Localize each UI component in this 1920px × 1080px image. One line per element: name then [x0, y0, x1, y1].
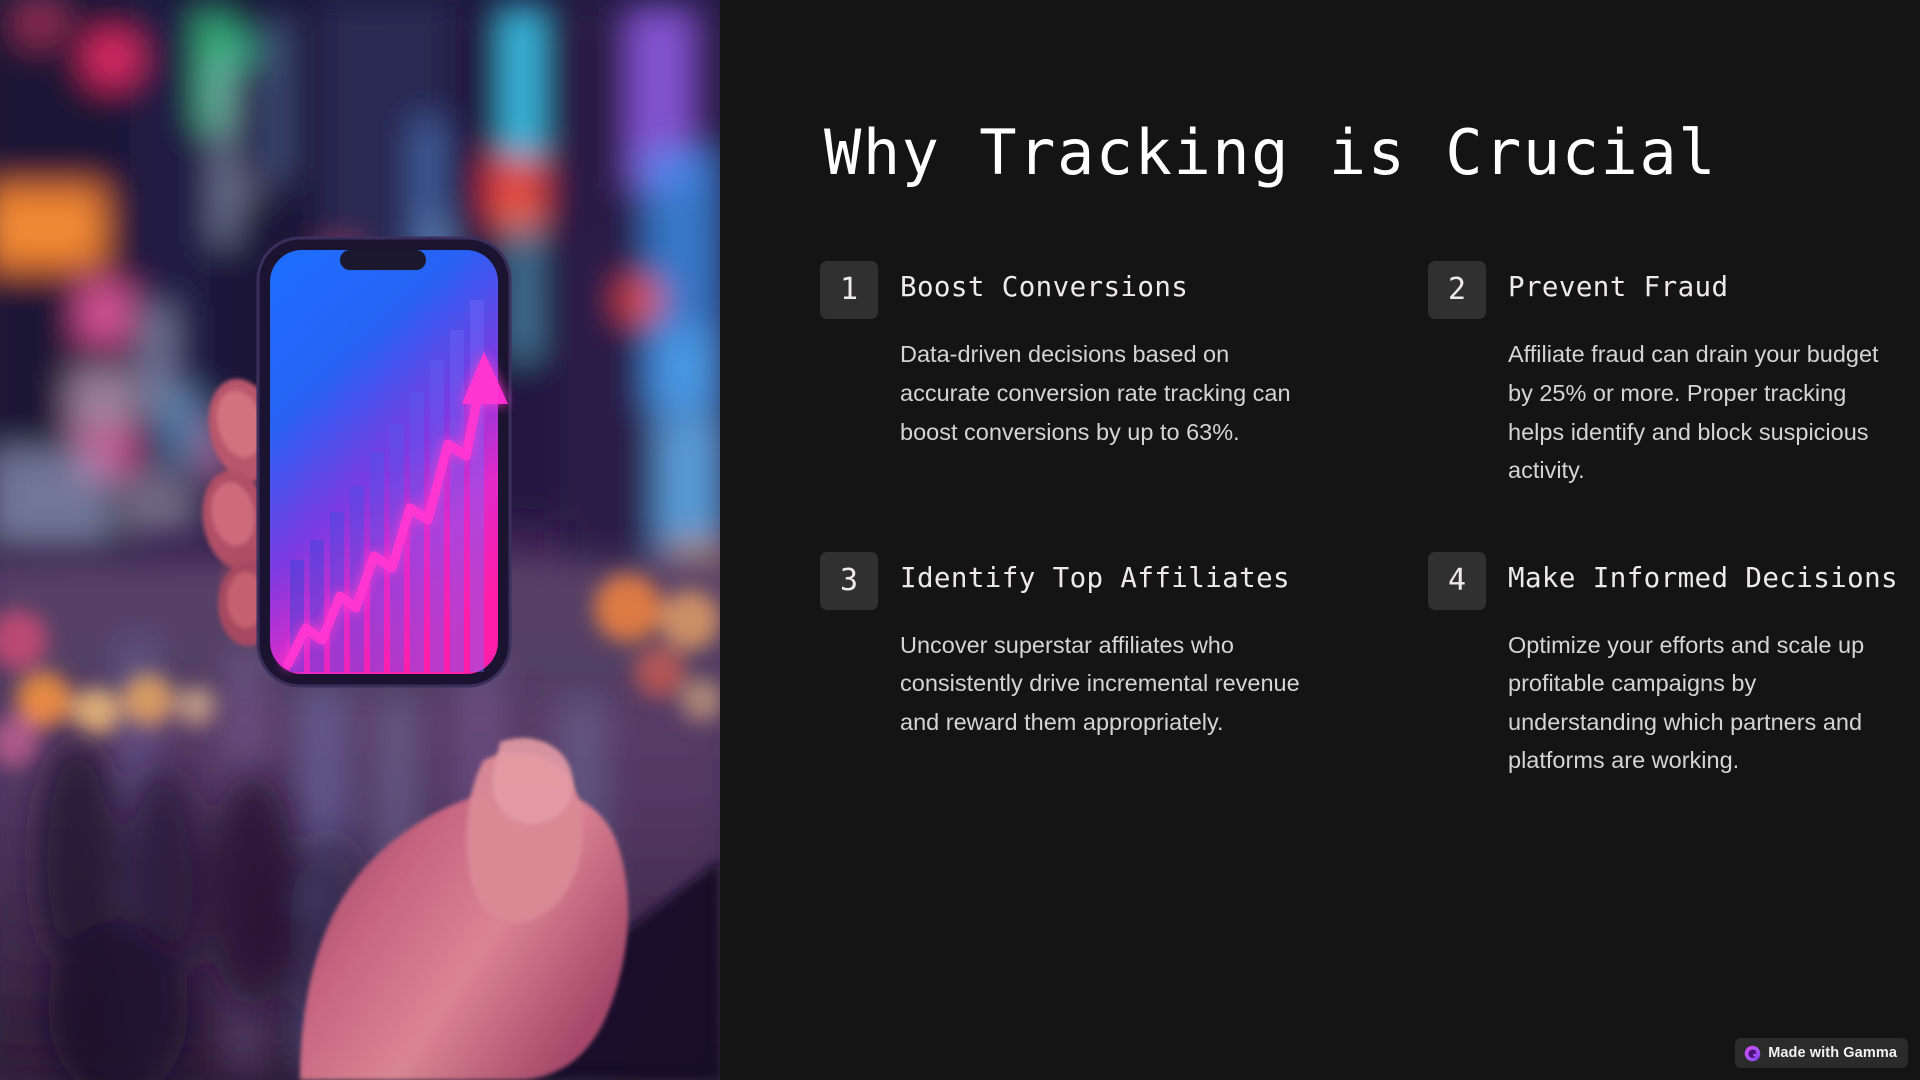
benefit-body-4: Optimize your efforts and scale up profi… [1508, 631, 1865, 774]
benefit-number-badge-1: 1 [820, 261, 878, 320]
made-with-gamma-badge[interactable]: Made with Gamma [1735, 1038, 1908, 1068]
city-phone-illustration [0, 0, 720, 1080]
benefit-title-4: Make Informed Decisions [1508, 561, 1898, 594]
benefit-header-1: 1 Boost Conversions [820, 261, 1332, 320]
benefit-number-badge-4: 4 [1428, 551, 1486, 610]
benefits-grid: 1 Boost Conversions Data-driven decision… [820, 261, 1920, 779]
benefit-item-3: 3 Identify Top Affiliates Uncover supers… [820, 551, 1332, 780]
gamma-label: Made with Gamma [1768, 1045, 1897, 1061]
benefit-title-1: Boost Conversions [900, 271, 1189, 304]
benefit-item-1: 1 Boost Conversions Data-driven decision… [820, 261, 1332, 489]
benefit-number-badge-3: 3 [820, 551, 878, 610]
benefit-body-3: Uncover superstar affiliates who consist… [900, 631, 1300, 735]
benefit-number-badge-2: 2 [1428, 261, 1486, 320]
gamma-logo-icon [1744, 1045, 1761, 1061]
benefit-item-2: 2 Prevent Fraud Affiliate fraud can drai… [1428, 261, 1920, 489]
benefit-header-2: 2 Prevent Fraud [1428, 261, 1920, 320]
benefit-title-2: Prevent Fraud [1508, 271, 1729, 304]
hero-image [0, 0, 720, 1080]
benefit-header-4: 4 Make Informed Decisions [1428, 551, 1920, 610]
benefit-body-2: Affiliate fraud can drain your budget by… [1508, 341, 1879, 484]
benefit-title-3: Identify Top Affiliates [900, 561, 1290, 594]
benefit-header-3: 3 Identify Top Affiliates [820, 551, 1332, 610]
benefit-item-4: 4 Make Informed Decisions Optimize your … [1428, 551, 1920, 780]
content-panel: Why Tracking is Crucial 1 Boost Conversi… [720, 0, 1920, 1080]
page-title: Why Tracking is Crucial [824, 116, 1718, 189]
benefit-body-1: Data-driven decisions based on accurate … [900, 341, 1291, 445]
slide: Why Tracking is Crucial 1 Boost Conversi… [0, 0, 1920, 1080]
